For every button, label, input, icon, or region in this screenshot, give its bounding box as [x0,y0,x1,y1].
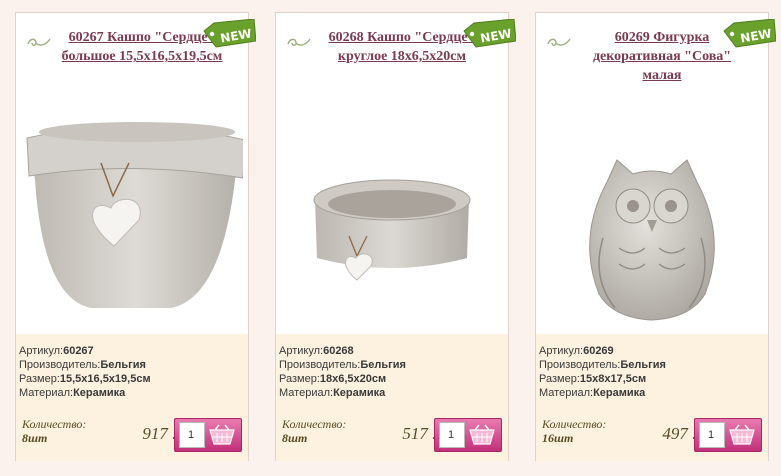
quantity-label: Количество: [282,417,347,431]
product-card: 60269 Фигурка декоративная "Сова" малая … [535,12,777,461]
quantity-input[interactable] [179,422,205,448]
material-value: Керамика [333,387,386,399]
add-to-cart-button[interactable] [434,418,502,452]
maker-row: Производитель:Бельгия [539,359,666,371]
new-badge: NEW [200,18,257,49]
material-row: Материал:Керамика [19,387,126,399]
material-value: Керамика [73,387,126,399]
swirl-ornament-icon [547,38,571,46]
article-row: Артикул:60268 [279,345,354,357]
product-details: Артикул:60267 Производитель:Бельгия Разм… [16,334,248,416]
product-photo [26,122,243,308]
product-photo [589,159,715,321]
add-to-cart-button[interactable] [694,418,762,452]
article-value: 60269 [583,345,614,357]
stock-count: 8шт [22,431,48,445]
size-value: 15,5x16,5x19,5см [59,373,151,385]
maker-row: Производитель:Бельгия [19,359,146,371]
add-to-cart-button[interactable] [174,418,242,452]
product-details: Артикул:60268 Производитель:Бельгия Разм… [276,334,508,416]
quantity-input[interactable] [439,422,465,448]
new-badge: NEW [460,18,517,49]
maker-row: Производитель:Бельгия [279,359,406,371]
material-row: Материал:Керамика [539,387,646,399]
material-value: Керамика [593,387,646,399]
product-card: 60267 Кашпо "Сердце" большое 15,5x16,5x1… [15,12,257,461]
quantity-label: Количество: [542,417,607,431]
size-row: Размер:18x6,5x20см [279,373,387,385]
product-details: Артикул:60269 Производитель:Бельгия Разм… [536,334,768,416]
basket-icon [729,424,755,445]
stock-count: 16шт [542,431,574,445]
basket-icon [209,424,235,445]
swirl-ornament-icon [287,38,311,46]
size-row: Размер:15,5x16,5x19,5см [19,373,151,385]
swirl-ornament-icon [27,38,51,46]
purchase-bar: Количество: 8шт 517 .- [276,416,508,461]
new-badge: NEW [720,18,777,49]
material-row: Материал:Керамика [279,387,386,399]
product-photo [313,179,471,281]
maker-value: Бельгия [100,359,146,371]
quantity-label: Количество: [22,417,87,431]
maker-value: Бельгия [620,359,666,371]
size-value: 18x6,5x20см [319,373,387,385]
article-value: 60268 [323,345,354,357]
size-value: 15x8x17,5см [579,373,647,385]
article-row: Артикул:60267 [19,345,94,357]
quantity-input[interactable] [699,422,725,448]
maker-value: Бельгия [360,359,406,371]
article-value: 60267 [63,345,94,357]
size-row: Размер:15x8x17,5см [539,373,647,385]
product-card: 60268 Кашпо "Сердце" круглое 18x6,5x20см… [275,12,517,461]
stock-count: 8шт [282,431,308,445]
purchase-bar: Количество: 16шт 497 .- [536,416,768,461]
basket-icon [469,424,495,445]
purchase-bar: Количество: 8шт 917 .- [16,416,248,461]
article-row: Артикул:60269 [539,345,614,357]
